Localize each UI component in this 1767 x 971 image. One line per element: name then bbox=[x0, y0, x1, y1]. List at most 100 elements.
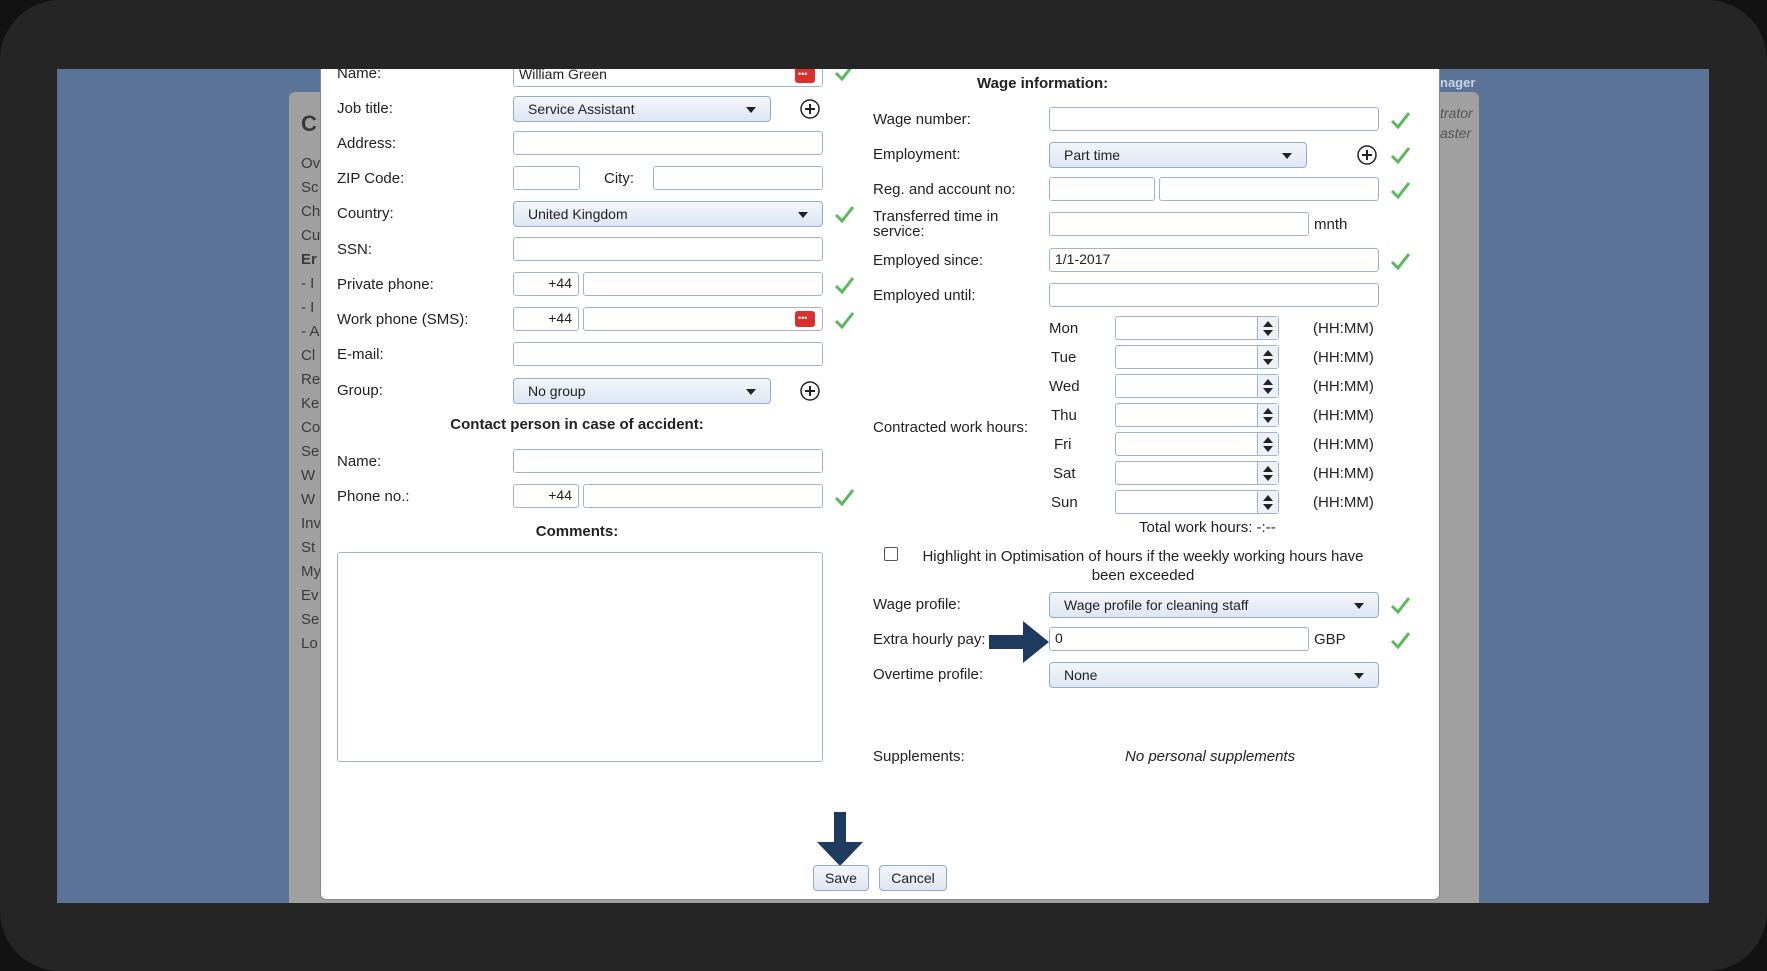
supplements-value: No personal supplements bbox=[1125, 748, 1296, 765]
employed-since-input[interactable]: 1/1-2017 bbox=[1049, 248, 1379, 272]
background-role-text: trator bbox=[1440, 105, 1473, 121]
work-phone-prefix[interactable]: +44 bbox=[513, 307, 579, 331]
device-bezel: C Ov Sc Ch Cu Er - I - I - A Cl Re Ke Co… bbox=[0, 0, 1767, 971]
check-icon bbox=[1390, 253, 1411, 271]
transferred-unit: mnth bbox=[1314, 216, 1348, 233]
email-input[interactable] bbox=[513, 342, 823, 366]
contact-name-input[interactable] bbox=[513, 449, 823, 473]
wage-profile-select[interactable]: Wage profile for cleaning staff bbox=[1049, 592, 1379, 618]
name-input[interactable]: William Green bbox=[513, 69, 823, 87]
background-role-text: aster bbox=[1440, 125, 1472, 141]
background-menu-item: Lo bbox=[301, 635, 318, 652]
check-icon bbox=[834, 312, 855, 330]
job-title-select[interactable]: Service Assistant bbox=[513, 96, 771, 122]
background-menu-item: Cl bbox=[301, 347, 316, 364]
chevron-down-icon bbox=[1263, 330, 1273, 336]
autofill-icon[interactable] bbox=[795, 69, 815, 83]
contact-phone-input[interactable] bbox=[583, 484, 823, 508]
highlight-text: Highlight in Optimisation of hours if th… bbox=[903, 547, 1383, 585]
contact-name-label: Name: bbox=[337, 453, 382, 470]
background-menu-item: Ke bbox=[301, 395, 320, 412]
check-icon bbox=[1390, 632, 1411, 650]
day-label: Mon bbox=[1049, 320, 1079, 337]
chevron-up-icon bbox=[1263, 408, 1273, 414]
save-button[interactable]: Save bbox=[813, 865, 869, 891]
chevron-down-icon bbox=[1354, 603, 1364, 609]
employee-dialog: Name: William Green Job title: Service A… bbox=[320, 69, 1440, 900]
city-input[interactable] bbox=[653, 166, 823, 190]
contact-phone-label: Phone no.: bbox=[337, 488, 410, 505]
wage-profile-value: Wage profile for cleaning staff bbox=[1064, 597, 1249, 613]
hours-stepper[interactable] bbox=[1115, 490, 1279, 514]
extra-pay-input[interactable]: 0 bbox=[1049, 627, 1309, 651]
background-menu-item: St bbox=[301, 539, 316, 556]
chevron-up-icon bbox=[1263, 495, 1273, 501]
stepper-buttons[interactable] bbox=[1257, 433, 1278, 455]
total-hours: Total work hours: -:-- bbox=[1139, 519, 1276, 536]
wage-number-input[interactable] bbox=[1049, 107, 1379, 131]
check-icon bbox=[834, 489, 855, 507]
account-number-input[interactable] bbox=[1159, 177, 1379, 201]
hours-stepper[interactable] bbox=[1115, 403, 1279, 427]
employed-until-input[interactable] bbox=[1049, 283, 1379, 307]
employment-select[interactable]: Part time bbox=[1049, 142, 1307, 168]
background-menu-item: Se bbox=[301, 443, 320, 460]
day-label: Thu bbox=[1051, 407, 1077, 424]
zip-label: ZIP Code: bbox=[337, 170, 405, 187]
stepper-buttons[interactable] bbox=[1257, 317, 1278, 339]
comments-textarea[interactable] bbox=[337, 552, 823, 762]
day-label: Tue bbox=[1051, 349, 1077, 366]
stepper-buttons[interactable] bbox=[1257, 346, 1278, 368]
reg-number-input[interactable] bbox=[1049, 177, 1155, 201]
add-icon[interactable] bbox=[1356, 144, 1378, 166]
cancel-button[interactable]: Cancel bbox=[879, 865, 947, 891]
contact-phone-prefix[interactable]: +44 bbox=[513, 484, 579, 508]
hours-stepper[interactable] bbox=[1115, 374, 1279, 398]
highlight-text-line: Highlight in Optimisation of hours if th… bbox=[922, 548, 1364, 565]
city-label: City: bbox=[604, 170, 634, 187]
add-icon[interactable] bbox=[799, 98, 821, 120]
stepper-buttons[interactable] bbox=[1257, 462, 1278, 484]
background-menu-item: Ov bbox=[301, 155, 321, 172]
stepper-buttons[interactable] bbox=[1257, 404, 1278, 426]
hours-stepper[interactable] bbox=[1115, 461, 1279, 485]
work-phone-input[interactable] bbox=[583, 307, 823, 331]
stepper-buttons[interactable] bbox=[1257, 491, 1278, 513]
private-phone-input[interactable] bbox=[583, 272, 823, 296]
device-frame: C Ov Sc Ch Cu Er - I - I - A Cl Re Ke Co… bbox=[0, 0, 1767, 971]
job-title-value: Service Assistant bbox=[528, 101, 635, 117]
background-menu-item: Er bbox=[301, 251, 317, 268]
group-select[interactable]: No group bbox=[513, 378, 771, 404]
hours-stepper[interactable] bbox=[1115, 345, 1279, 369]
autofill-icon[interactable] bbox=[795, 311, 815, 327]
ssn-input[interactable] bbox=[513, 237, 823, 261]
email-label: E-mail: bbox=[337, 346, 384, 363]
add-icon[interactable] bbox=[799, 380, 821, 402]
zip-input[interactable] bbox=[513, 166, 580, 190]
transferred-input[interactable] bbox=[1049, 212, 1309, 236]
country-select[interactable]: United Kingdom bbox=[513, 201, 823, 227]
highlight-checkbox[interactable] bbox=[884, 547, 898, 561]
hours-stepper[interactable] bbox=[1115, 432, 1279, 456]
day-label: Fri bbox=[1054, 436, 1072, 453]
chevron-down-icon bbox=[798, 212, 808, 218]
screen: C Ov Sc Ch Cu Er - I - I - A Cl Re Ke Co… bbox=[57, 69, 1709, 903]
background-menu-item: Cu bbox=[301, 227, 321, 244]
private-phone-prefix[interactable]: +44 bbox=[513, 272, 579, 296]
chevron-down-icon bbox=[1263, 417, 1273, 423]
hours-unit: (HH:MM) bbox=[1313, 349, 1374, 366]
check-icon bbox=[1390, 147, 1411, 165]
background-menu-item: Co bbox=[301, 419, 321, 436]
background-header-text: nager bbox=[1440, 75, 1476, 90]
address-input[interactable] bbox=[513, 131, 823, 155]
country-label: Country: bbox=[337, 205, 394, 222]
background-menu-item: Ev bbox=[301, 587, 319, 604]
wage-heading: Wage information: bbox=[977, 75, 1109, 92]
stepper-buttons[interactable] bbox=[1257, 375, 1278, 397]
overtime-select[interactable]: None bbox=[1049, 662, 1379, 688]
hours-stepper[interactable] bbox=[1115, 316, 1279, 340]
extra-pay-label: Extra hourly pay: bbox=[873, 631, 986, 648]
check-icon bbox=[834, 277, 855, 295]
chevron-down-icon bbox=[746, 107, 756, 113]
background-menu-item: - A bbox=[301, 323, 320, 340]
